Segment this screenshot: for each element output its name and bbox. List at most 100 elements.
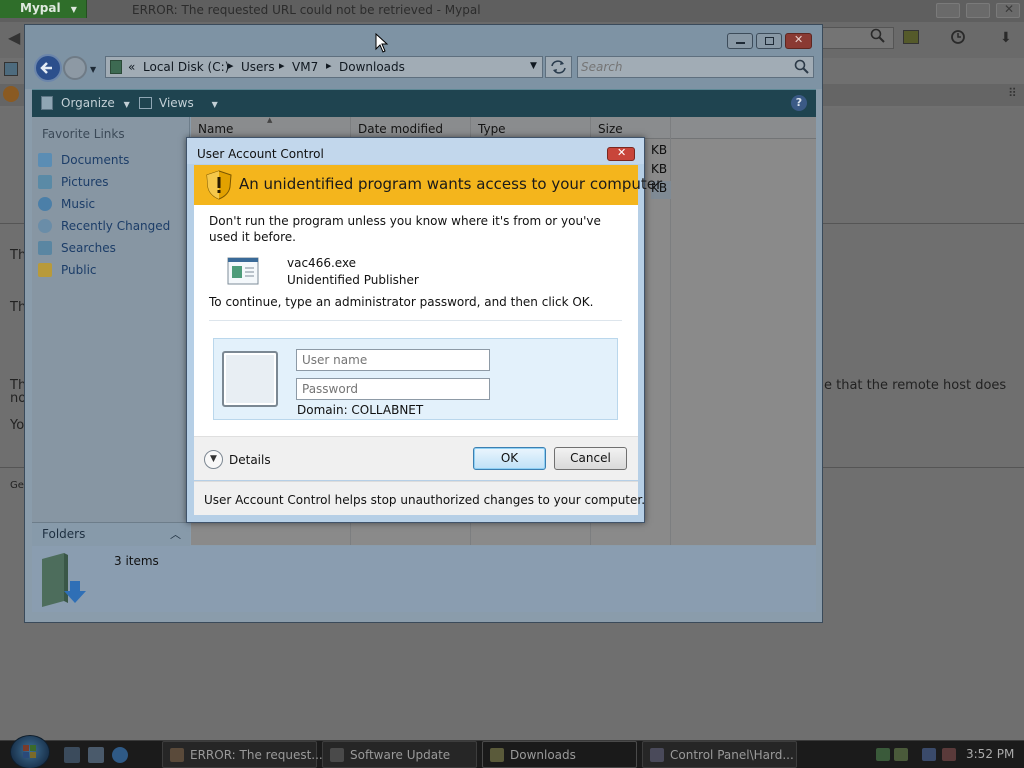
refresh-button[interactable] [545,56,572,78]
music-icon [38,197,52,211]
back-button[interactable] [34,54,62,82]
breadcrumb-arrow-icon[interactable]: ▸ [279,59,285,72]
maximize-button[interactable] [966,3,990,18]
item-count: 3 items [114,554,159,568]
internet-explorer-icon[interactable] [112,747,128,763]
tray-app-icon[interactable] [894,748,908,761]
breadcrumb-item[interactable]: Local Disk (C:) [143,60,229,74]
program-name: vac466.exe [287,256,357,270]
views-menu[interactable]: Views ▼ [159,96,218,110]
volume-muted-icon[interactable] [942,748,956,761]
views-icon [139,97,152,109]
close-button[interactable]: ✕ [785,33,812,49]
task-label: ERROR: The request... [190,748,323,762]
bookmark-icon[interactable] [903,30,919,44]
favorite-link-public[interactable]: Public [38,261,188,281]
favorite-link-documents[interactable]: Documents [38,151,188,171]
favorite-label: Pictures [61,175,109,189]
cancel-button[interactable]: Cancel [554,447,627,470]
page-text-4: Yo [10,418,25,433]
close-button[interactable]: ✕ [607,146,635,161]
back-arrow-icon[interactable]: ◀ [8,28,20,47]
credential-panel: Domain: COLLABNET [213,338,618,420]
chevron-down-icon: ▼ [204,450,223,469]
breadcrumb-arrow-icon[interactable]: ▸ [228,59,234,72]
program-icon [227,257,259,285]
page-icon [4,62,18,76]
divider [209,320,622,321]
search-icon[interactable] [794,59,810,75]
favorite-link-music[interactable]: Music [38,195,188,215]
browser-title: ERROR: The requested URL could not be re… [132,3,481,17]
favorite-link-searches[interactable]: Searches [38,239,188,259]
tab-favicon-icon [3,86,19,102]
banner-text: An unidentified program wants access to … [239,175,663,193]
column-header-date-modified[interactable]: Date modified [358,122,443,136]
close-icon: ✕ [617,146,627,159]
chevron-down-icon[interactable]: ▼ [530,61,537,71]
organize-icon [41,96,53,110]
folder-download-icon [38,551,94,609]
software-update-icon [330,748,344,762]
warning-text: Don't run the program unless you know wh… [209,214,601,244]
taskbar-item-downloads[interactable]: Downloads [482,741,637,768]
minimize-button[interactable] [936,3,960,18]
close-icon: ✕ [1004,2,1015,16]
clock[interactable]: 3:52 PM [966,747,1014,761]
breadcrumb-item[interactable]: Users [241,60,275,74]
dialog-title: User Account Control [197,147,324,161]
taskbar-item-control-panel[interactable]: Control Panel\Hard... [642,741,797,768]
taskbar-item-software-update[interactable]: Software Update [322,741,477,768]
back-arrow-icon [40,62,52,74]
breadcrumb-item[interactable]: VM7 [292,60,318,74]
favorite-label: Searches [61,241,116,255]
network-icon[interactable] [876,748,890,761]
username-field[interactable] [296,349,490,371]
address-bar[interactable]: « Local Disk (C:) ▸ Users ▸ VM7 ▸ Downlo… [105,56,543,78]
column-header-size[interactable]: Size [598,122,623,136]
grid-icon[interactable]: ⠿ [1008,86,1017,100]
switch-windows-icon[interactable] [88,747,104,763]
chevron-down-icon[interactable]: ▼ [90,65,98,74]
details-pane: 3 items [32,546,816,612]
favorite-label: Recently Changed [61,219,171,233]
details-toggle[interactable]: ▼ Details [204,450,280,470]
views-label: Views [159,96,194,110]
history-clock-icon[interactable] [950,29,966,45]
maximize-button[interactable] [756,33,782,49]
breadcrumb-arrow-icon[interactable]: ▸ [326,59,332,72]
refresh-icon [551,60,566,74]
folders-toggle[interactable]: Folders ︿ [32,522,190,546]
monitor-icon[interactable] [922,748,936,761]
column-header-type[interactable]: Type [478,122,506,136]
help-button[interactable]: ? [791,95,807,111]
chevron-down-icon: ▼ [70,5,77,14]
search-icon[interactable] [870,28,886,44]
organize-menu[interactable]: Organize ▼ [61,96,130,110]
search-box[interactable] [577,56,814,78]
show-desktop-icon[interactable] [64,747,80,763]
favorite-label: Music [61,197,96,211]
search-input[interactable] [581,59,791,75]
favorite-link-recently-changed[interactable]: Recently Changed [38,217,188,237]
mouse-cursor-icon [375,33,389,53]
password-field[interactable] [296,378,490,400]
favorite-link-pictures[interactable]: Pictures [38,173,188,193]
pictures-icon [38,175,52,189]
dialog-button-row: ▼ Details OK Cancel [194,436,638,480]
dialog-body: Don't run the program unless you know wh… [194,205,638,436]
page-text-3-right: e that the remote host does [824,378,1007,393]
download-arrow-icon[interactable]: ⬇ [1000,30,1012,46]
recent-icon [38,219,52,233]
app-menu-button[interactable]: Mypal ▼ [0,0,87,18]
column-header-name[interactable]: Name [198,122,233,136]
taskbar-item-browser[interactable]: ERROR: The request... [162,741,323,768]
breadcrumb-item[interactable]: Downloads [339,60,405,74]
forward-button[interactable] [63,56,87,80]
start-button[interactable] [10,735,50,768]
close-button[interactable]: ✕ [996,2,1020,18]
breadcrumb-overflow[interactable]: « [128,60,135,74]
system-tray: 3:52 PM [870,741,1024,768]
minimize-button[interactable] [727,33,753,49]
ok-button[interactable]: OK [473,447,546,470]
